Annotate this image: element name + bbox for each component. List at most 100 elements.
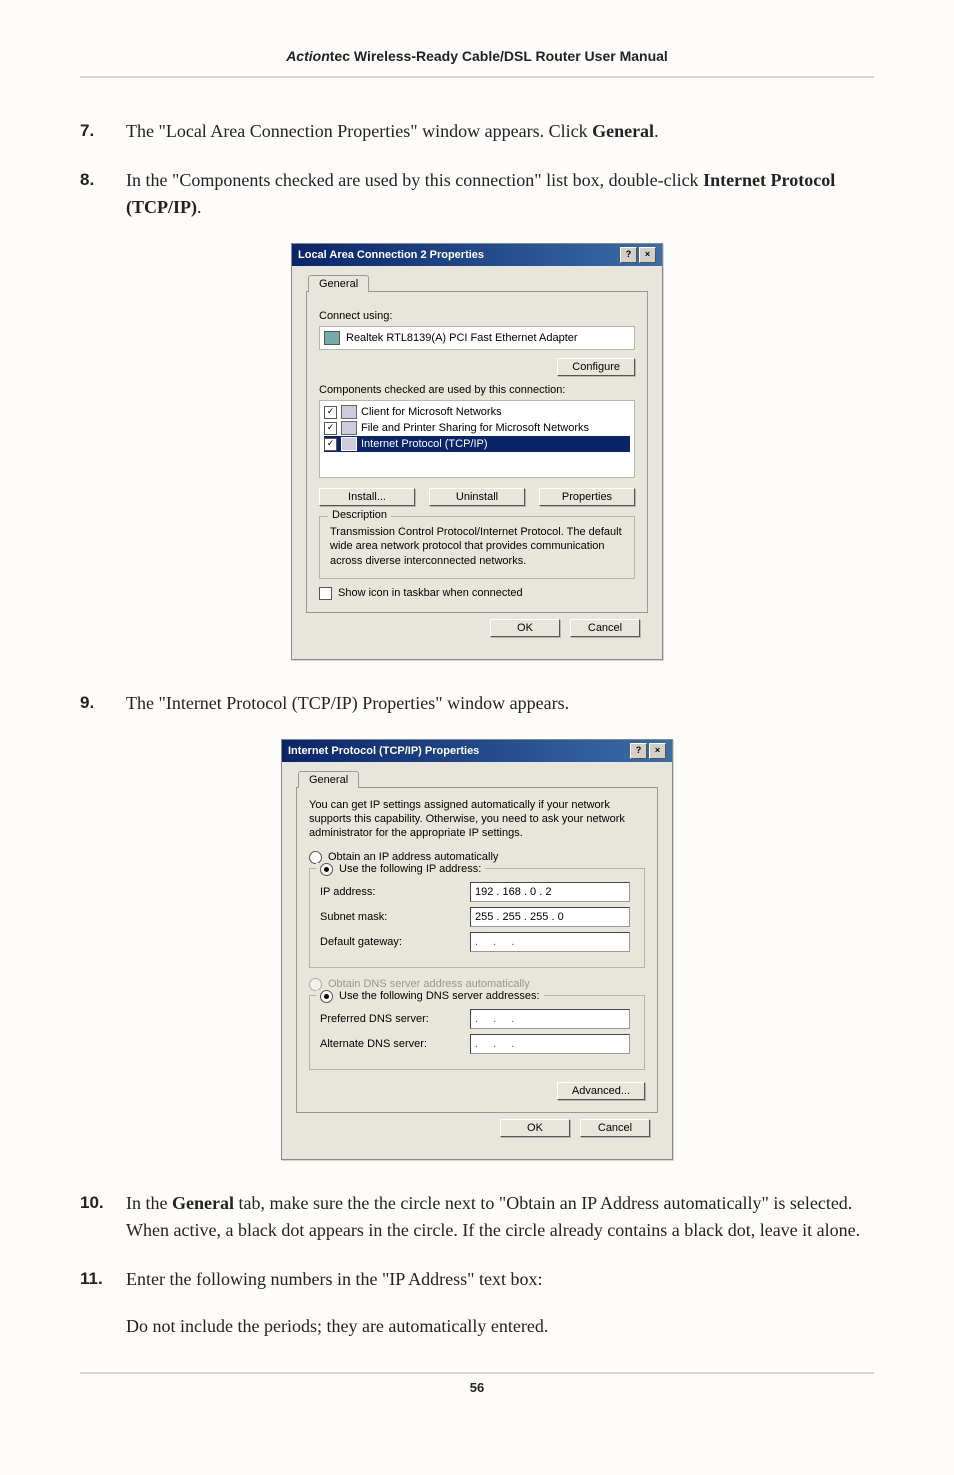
- checkbox-icon[interactable]: ✓: [324, 422, 337, 435]
- alternate-dns-label: Alternate DNS server:: [320, 1038, 470, 1050]
- help-icon[interactable]: ?: [630, 743, 647, 759]
- component-fileshare[interactable]: ✓ File and Printer Sharing for Microsoft…: [324, 420, 630, 436]
- dlg1-title: Local Area Connection 2 Properties: [298, 249, 620, 261]
- step-7-text-a: The "Local Area Connection Properties" w…: [126, 121, 592, 141]
- ok-button[interactable]: OK: [500, 1119, 570, 1137]
- dlg1-titlebar: Local Area Connection 2 Properties ? ×: [292, 244, 662, 266]
- dns-manual-group: Use the following DNS server addresses: …: [309, 995, 645, 1070]
- connect-using-label: Connect using:: [319, 310, 635, 322]
- help-icon[interactable]: ?: [620, 247, 637, 263]
- dlg1-tab-general[interactable]: General: [308, 275, 369, 292]
- alternate-dns-value: . . .: [475, 1038, 520, 1050]
- alternate-dns-input[interactable]: . . .: [470, 1034, 630, 1054]
- preferred-dns-input[interactable]: . . .: [470, 1009, 630, 1029]
- tcpip-properties-dialog: Internet Protocol (TCP/IP) Properties ? …: [281, 739, 673, 1160]
- step-7-bold: General: [592, 121, 654, 141]
- step-7-text-b: .: [654, 121, 659, 141]
- install-button[interactable]: Install...: [319, 488, 415, 506]
- component-tcpip[interactable]: ✓ Internet Protocol (TCP/IP): [324, 436, 630, 452]
- step-9-body: The "Internet Protocol (TCP/IP) Properti…: [126, 690, 874, 717]
- step-8-body: In the "Components checked are used by t…: [126, 167, 874, 221]
- subnet-mask-input[interactable]: 255 . 255 . 255 . 0: [470, 907, 630, 927]
- configure-button[interactable]: Configure: [557, 358, 635, 376]
- properties-button[interactable]: Properties: [539, 488, 635, 506]
- show-icon-checkbox[interactable]: [319, 587, 332, 600]
- step-10-text-b: tab, make sure the the circle next to "O…: [126, 1193, 860, 1240]
- close-icon[interactable]: ×: [639, 247, 656, 263]
- step-8-text-b: .: [197, 197, 202, 217]
- radio-dns-auto-label: Obtain DNS server address automatically: [328, 978, 530, 990]
- radio-icon[interactable]: [320, 990, 333, 1003]
- radio-obtain-auto-label: Obtain an IP address automatically: [328, 851, 498, 863]
- components-label: Components checked are used by this conn…: [319, 384, 635, 396]
- step-10-body: In the General tab, make sure the the ci…: [126, 1190, 874, 1244]
- subnet-mask-label: Subnet mask:: [320, 911, 470, 923]
- step-11-text-a: Enter the following numbers in the "IP A…: [126, 1266, 874, 1293]
- step-11-body: Enter the following numbers in the "IP A…: [126, 1266, 874, 1340]
- show-icon-label: Show icon in taskbar when connected: [338, 587, 523, 599]
- lan-properties-dialog: Local Area Connection 2 Properties ? × G…: [291, 243, 663, 660]
- radio-icon[interactable]: [320, 863, 333, 876]
- adapter-field: Realtek RTL8139(A) PCI Fast Ethernet Ada…: [319, 326, 635, 350]
- component-fileshare-label: File and Printer Sharing for Microsoft N…: [361, 422, 589, 434]
- step-11: 11. Enter the following numbers in the "…: [80, 1266, 874, 1340]
- step-8: 8. In the "Components checked are used b…: [80, 167, 874, 221]
- component-client[interactable]: ✓ Client for Microsoft Networks: [324, 404, 630, 420]
- uninstall-button[interactable]: Uninstall: [429, 488, 525, 506]
- radio-use-following-dns[interactable]: Use the following DNS server addresses:: [316, 990, 544, 1003]
- radio-use-following-dns-label: Use the following DNS server addresses:: [339, 990, 540, 1002]
- step-7-body: The "Local Area Connection Properties" w…: [126, 118, 874, 145]
- default-gateway-value: . . .: [475, 936, 520, 948]
- ip-address-input[interactable]: 192 . 168 . 0 . 2: [470, 882, 630, 902]
- description-title: Description: [328, 509, 391, 521]
- step-10-bold: General: [172, 1193, 234, 1213]
- preferred-dns-value: . . .: [475, 1013, 520, 1025]
- monitor-icon: [341, 421, 357, 435]
- step-9-text: The "Internet Protocol (TCP/IP) Properti…: [126, 693, 569, 713]
- step-10-text-a: In the: [126, 1193, 172, 1213]
- close-icon[interactable]: ×: [649, 743, 666, 759]
- subnet-mask-value: 255 . 255 . 255 . 0: [475, 911, 564, 923]
- description-text: Transmission Control Protocol/Internet P…: [330, 525, 624, 568]
- preferred-dns-label: Preferred DNS server:: [320, 1013, 470, 1025]
- radio-use-following-ip[interactable]: Use the following IP address:: [316, 863, 485, 876]
- default-gateway-input[interactable]: . . .: [470, 932, 630, 952]
- step-8-text-a: In the "Components checked are used by t…: [126, 170, 703, 190]
- step-9-num: 9.: [80, 690, 126, 717]
- page-footer: 56: [80, 1372, 874, 1395]
- nic-icon: [324, 331, 340, 345]
- dlg2-tab-general[interactable]: General: [298, 771, 359, 788]
- step-8-num: 8.: [80, 167, 126, 221]
- brand-italic: Action: [286, 48, 330, 64]
- page-header: Actiontec Wireless-Ready Cable/DSL Route…: [80, 48, 874, 78]
- step-9: 9. The "Internet Protocol (TCP/IP) Prope…: [80, 690, 874, 717]
- step-7-num: 7.: [80, 118, 126, 145]
- step-11-num: 11.: [80, 1266, 126, 1340]
- header-title: Wireless-Ready Cable/DSL Router User Man…: [350, 48, 668, 64]
- cancel-button[interactable]: Cancel: [570, 619, 640, 637]
- step-10: 10. In the General tab, make sure the th…: [80, 1190, 874, 1244]
- checkbox-icon[interactable]: ✓: [324, 406, 337, 419]
- brand-suffix: tec: [330, 48, 350, 64]
- step-7: 7. The "Local Area Connection Properties…: [80, 118, 874, 145]
- component-client-label: Client for Microsoft Networks: [361, 406, 502, 418]
- ip-address-value: 192 . 168 . 0 . 2: [475, 886, 551, 898]
- page-number: 56: [470, 1380, 484, 1395]
- protocol-icon: [341, 437, 357, 451]
- dlg2-intro: You can get IP settings assigned automat…: [309, 798, 645, 841]
- ip-manual-group: Use the following IP address: IP address…: [309, 868, 645, 968]
- advanced-button[interactable]: Advanced...: [557, 1082, 645, 1100]
- radio-use-following-ip-label: Use the following IP address:: [339, 863, 481, 875]
- component-tcpip-label: Internet Protocol (TCP/IP): [361, 438, 488, 450]
- dlg2-title: Internet Protocol (TCP/IP) Properties: [288, 745, 630, 757]
- adapter-name: Realtek RTL8139(A) PCI Fast Ethernet Ada…: [346, 332, 578, 344]
- ok-button[interactable]: OK: [490, 619, 560, 637]
- step-10-num: 10.: [80, 1190, 126, 1244]
- step-11-text-b: Do not include the periods; they are aut…: [126, 1313, 874, 1340]
- components-listbox[interactable]: ✓ Client for Microsoft Networks ✓ File a…: [319, 400, 635, 478]
- checkbox-icon[interactable]: ✓: [324, 438, 337, 451]
- cancel-button[interactable]: Cancel: [580, 1119, 650, 1137]
- figure-lan-properties: Local Area Connection 2 Properties ? × G…: [80, 243, 874, 660]
- ip-address-label: IP address:: [320, 886, 470, 898]
- monitor-icon: [341, 405, 357, 419]
